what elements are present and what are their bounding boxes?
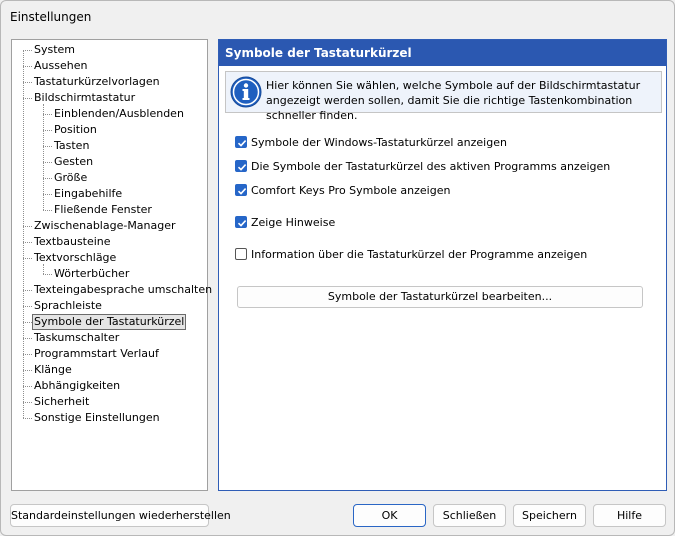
tree-item-label: Symbole der Tastaturkürzel: [32, 314, 187, 330]
tree-connector: [23, 98, 32, 99]
tree-item-label: Sicherheit: [34, 395, 90, 408]
tree-item-label: Position: [54, 123, 97, 136]
edit-shortcut-symbols-button[interactable]: Symbole der Tastaturkürzel bearbeiten...: [237, 286, 643, 308]
settings-panel: Symbole der Tastaturkürzel Hier können S…: [218, 39, 667, 491]
checkbox-label: Comfort Keys Pro Symbole anzeigen: [251, 184, 451, 197]
tree-item-label: Textbausteine: [34, 235, 111, 248]
tree-connector: [43, 274, 52, 275]
checkbox-label: Symbole der Windows-Tastaturkürzel anzei…: [251, 136, 507, 149]
tree-connector: [43, 194, 52, 195]
tree-connector: [43, 114, 52, 115]
checkbox-label: Die Symbole der Tastaturkürzel des aktiv…: [251, 160, 611, 173]
checkbox-box[interactable]: [235, 248, 247, 260]
tree-connector: [23, 242, 32, 243]
restore-defaults-button[interactable]: Standardeinstellungen wiederherstellen: [10, 504, 231, 527]
tree-connector: [43, 210, 52, 211]
tree-connector: [23, 290, 32, 291]
checkbox-box[interactable]: [235, 184, 247, 196]
tree-item-label: Sonstige Einstellungen: [34, 411, 160, 424]
window-title: Einstellungen: [10, 10, 92, 24]
info-text: Hier können Sie wählen, welche Symbole a…: [266, 79, 641, 122]
tree-item-label: Programmstart Verlauf: [34, 347, 159, 360]
checkbox-label: Zeige Hinweise: [251, 216, 336, 229]
tree-item-label: System: [34, 43, 76, 56]
info-box: Hier können Sie wählen, welche Symbole a…: [225, 71, 662, 122]
tree-connector: [23, 226, 32, 227]
tree-item-label: Gesten: [54, 155, 94, 168]
tree-item-label: Wörterbücher: [54, 267, 130, 280]
help-button[interactable]: Hilfe: [593, 504, 666, 527]
tree-connector: [43, 178, 52, 179]
checkbox-label: Information über die Tastaturkürzel der …: [251, 248, 588, 261]
tree-item-label: Fließende Fenster: [54, 203, 152, 216]
tree-item-label: Textvorschläge: [34, 251, 117, 264]
tree-item-label: Tasten: [54, 139, 90, 152]
tree-connector: [23, 258, 32, 259]
save-button[interactable]: Speichern: [513, 504, 586, 527]
tree-item-label: Abhängigkeiten: [34, 379, 121, 392]
tree-line: [23, 50, 24, 418]
tree-connector: [23, 402, 32, 403]
panel-title: Symbole der Tastaturkürzel: [219, 40, 666, 66]
checkbox-box[interactable]: [235, 160, 247, 172]
tree-connector: [43, 146, 52, 147]
tree-item-label: Größe: [54, 171, 88, 184]
tree-item-label: Texteingabesprache umschalten: [34, 283, 213, 296]
tree-item-label: Zwischenablage-Manager: [34, 219, 176, 232]
tree-item-label: Eingabehilfe: [54, 187, 123, 200]
close-button[interactable]: Schließen: [433, 504, 506, 527]
tree-item-label: Klänge: [34, 363, 72, 376]
checkbox-box[interactable]: [235, 136, 247, 148]
tree-connector: [23, 66, 32, 67]
info-icon: [230, 76, 262, 108]
tree-connector: [43, 162, 52, 163]
settings-window: Einstellungen System Aussehen Tastaturkürz…: [0, 0, 675, 536]
tree-connector: [23, 418, 32, 419]
tree-connector: [23, 354, 32, 355]
tree-connector: [23, 82, 32, 83]
tree-item-label: Einblenden/Ausblenden: [54, 107, 184, 120]
tree-connector: [23, 370, 32, 371]
tree-connector: [23, 306, 32, 307]
settings-tree[interactable]: System Aussehen Tastaturkürzelvorlagen Bild…: [11, 39, 212, 491]
tree-connector: [43, 130, 52, 131]
tree-item-label: Aussehen: [34, 59, 88, 72]
tree-item-label: Bildschirmtastatur: [34, 91, 136, 104]
tree-item-label: Sprachleiste: [34, 299, 102, 312]
ok-button[interactable]: OK: [353, 504, 426, 527]
tree-connector: [23, 386, 32, 387]
tree-connector: [23, 338, 32, 339]
tree-connector: [23, 322, 32, 323]
tree-item-label: Taskumschalter: [34, 331, 120, 344]
tree-item-label: Tastaturkürzelvorlagen: [34, 75, 160, 88]
checkbox-box[interactable]: [235, 216, 247, 228]
tree-connector: [23, 50, 32, 51]
